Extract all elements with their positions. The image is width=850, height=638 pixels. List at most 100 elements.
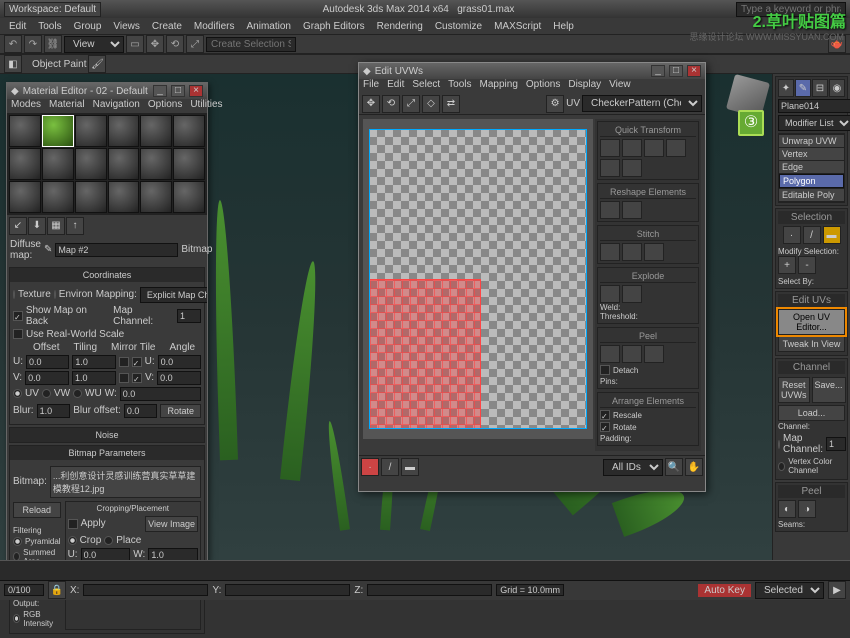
- save-uvw-button[interactable]: Save...: [812, 377, 846, 403]
- vertex-color-radio[interactable]: [778, 462, 785, 471]
- auto-key-button[interactable]: Auto Key: [698, 584, 751, 597]
- mat-menu-modes[interactable]: Modes: [11, 99, 41, 113]
- rotate-check[interactable]: [600, 422, 610, 432]
- uvw-menu-view[interactable]: View: [609, 79, 631, 93]
- show-map-icon[interactable]: ▦: [47, 217, 65, 235]
- material-slot[interactable]: [173, 181, 205, 213]
- minimize-button[interactable]: _: [153, 85, 167, 97]
- menu-tools[interactable]: Tools: [33, 20, 66, 33]
- uvw-titlebar[interactable]: ◆ Edit UVWs _ □ ×: [359, 63, 705, 79]
- bitmap-params-rollout[interactable]: Bitmap Parameters: [10, 446, 204, 460]
- v-angle[interactable]: [157, 371, 201, 385]
- tweak-in-view-button[interactable]: Tweak In View: [778, 336, 845, 352]
- blur-spinner[interactable]: [37, 404, 71, 418]
- peel-btn[interactable]: [622, 345, 642, 363]
- polygon-model-icon[interactable]: ◧: [4, 55, 22, 73]
- v-tiling[interactable]: [72, 371, 116, 385]
- real-world-check[interactable]: [13, 329, 23, 339]
- u-angle[interactable]: [158, 355, 201, 369]
- close-button[interactable]: ×: [189, 85, 203, 97]
- uv-move-icon[interactable]: ✥: [362, 95, 380, 113]
- zoom-icon[interactable]: 🔍: [665, 458, 683, 476]
- redo-button[interactable]: ↷: [24, 35, 42, 53]
- material-slot[interactable]: [173, 115, 205, 147]
- pyramidal-radio[interactable]: [13, 537, 22, 546]
- maximize-button[interactable]: □: [171, 85, 185, 97]
- peel-btn[interactable]: [600, 345, 620, 363]
- move-button[interactable]: ✥: [146, 35, 164, 53]
- menu-help[interactable]: Help: [548, 20, 579, 33]
- place-radio[interactable]: [104, 536, 113, 545]
- link-button[interactable]: ⛓: [44, 35, 62, 53]
- uv-mirror-icon[interactable]: ⇄: [442, 95, 460, 113]
- create-tab[interactable]: ✦: [778, 79, 794, 97]
- map-channel-spinner[interactable]: [177, 309, 201, 323]
- menu-maxscript[interactable]: MAXScript: [489, 20, 546, 33]
- environ-radio[interactable]: [54, 290, 56, 299]
- apply-check[interactable]: [68, 519, 78, 529]
- uvw-menu-mapping[interactable]: Mapping: [480, 79, 518, 93]
- menu-create[interactable]: Create: [147, 20, 187, 33]
- menu-group[interactable]: Group: [69, 20, 107, 33]
- relax-btn[interactable]: [622, 201, 642, 219]
- rgb-intensity-radio[interactable]: [13, 614, 20, 623]
- uvw-vertex-mode[interactable]: ·: [361, 458, 379, 476]
- material-slot[interactable]: [108, 148, 140, 180]
- grow-sel[interactable]: +: [778, 256, 796, 274]
- x-coord[interactable]: [83, 584, 208, 596]
- menu-rendering[interactable]: Rendering: [372, 20, 428, 33]
- menu-modifiers[interactable]: Modifiers: [189, 20, 240, 33]
- pan-icon[interactable]: ✋: [685, 458, 703, 476]
- vw-radio[interactable]: [42, 389, 51, 398]
- mat-menu-utilities[interactable]: Utilities: [190, 99, 222, 113]
- uvw-menu-display[interactable]: Display: [568, 79, 601, 93]
- load-uvw-button[interactable]: Load...: [778, 405, 845, 421]
- break-btn[interactable]: [622, 285, 642, 303]
- assign-material-icon[interactable]: ⬇: [28, 217, 46, 235]
- lock-icon[interactable]: 🔒: [48, 581, 66, 599]
- uvw-menu-tools[interactable]: Tools: [448, 79, 471, 93]
- material-slot[interactable]: [173, 148, 205, 180]
- edge-subobj[interactable]: /: [803, 226, 821, 244]
- stitch-btn[interactable]: [622, 243, 642, 261]
- material-slot[interactable]: [108, 181, 140, 213]
- menu-views[interactable]: Views: [108, 20, 145, 33]
- crop-radio[interactable]: [68, 536, 77, 545]
- material-slot[interactable]: [42, 181, 74, 213]
- align-btn[interactable]: [666, 139, 686, 157]
- uvw-poly-mode[interactable]: ▬: [401, 458, 419, 476]
- reset-uvw-button[interactable]: Reset UVWs: [778, 377, 810, 403]
- blur-offset-spinner[interactable]: [124, 404, 158, 418]
- select-button[interactable]: ▭: [126, 35, 144, 53]
- reload-button[interactable]: Reload: [13, 502, 61, 518]
- stitch-btn[interactable]: [600, 243, 620, 261]
- material-slot-active[interactable]: [42, 115, 74, 147]
- polygon-subobj[interactable]: ▬: [823, 226, 841, 244]
- hierarchy-tab[interactable]: ⊟: [812, 79, 828, 97]
- wu-radio[interactable]: [73, 389, 82, 398]
- modstack-editable-poly[interactable]: Editable Poly: [779, 189, 844, 201]
- uv-scale-icon[interactable]: ⤢: [402, 95, 420, 113]
- menu-graph-editors[interactable]: Graph Editors: [298, 20, 370, 33]
- peel-btn2[interactable]: ◑: [798, 500, 816, 518]
- material-slot[interactable]: [9, 148, 41, 180]
- mat-menu-material[interactable]: Material: [49, 99, 85, 113]
- align-btn[interactable]: [622, 139, 642, 157]
- scale-button[interactable]: ⤢: [186, 35, 204, 53]
- uvw-edge-mode[interactable]: /: [381, 458, 399, 476]
- uv-rotate-icon[interactable]: ⟲: [382, 95, 400, 113]
- all-ids-select[interactable]: All IDs: [603, 459, 663, 476]
- straighten-btn[interactable]: [600, 201, 620, 219]
- modify-tab[interactable]: ✎: [795, 79, 811, 97]
- u-offset[interactable]: [26, 355, 69, 369]
- y-coord[interactable]: [225, 584, 350, 596]
- v-mirror[interactable]: [119, 373, 129, 383]
- peel-btn[interactable]: [644, 345, 664, 363]
- material-slot[interactable]: [75, 115, 107, 147]
- u-tile[interactable]: [132, 357, 142, 367]
- rotate-button[interactable]: Rotate: [160, 404, 201, 418]
- v-tile[interactable]: [132, 373, 142, 383]
- menu-customize[interactable]: Customize: [430, 20, 487, 33]
- uvw-canvas[interactable]: [363, 119, 593, 439]
- align-btn[interactable]: [644, 139, 664, 157]
